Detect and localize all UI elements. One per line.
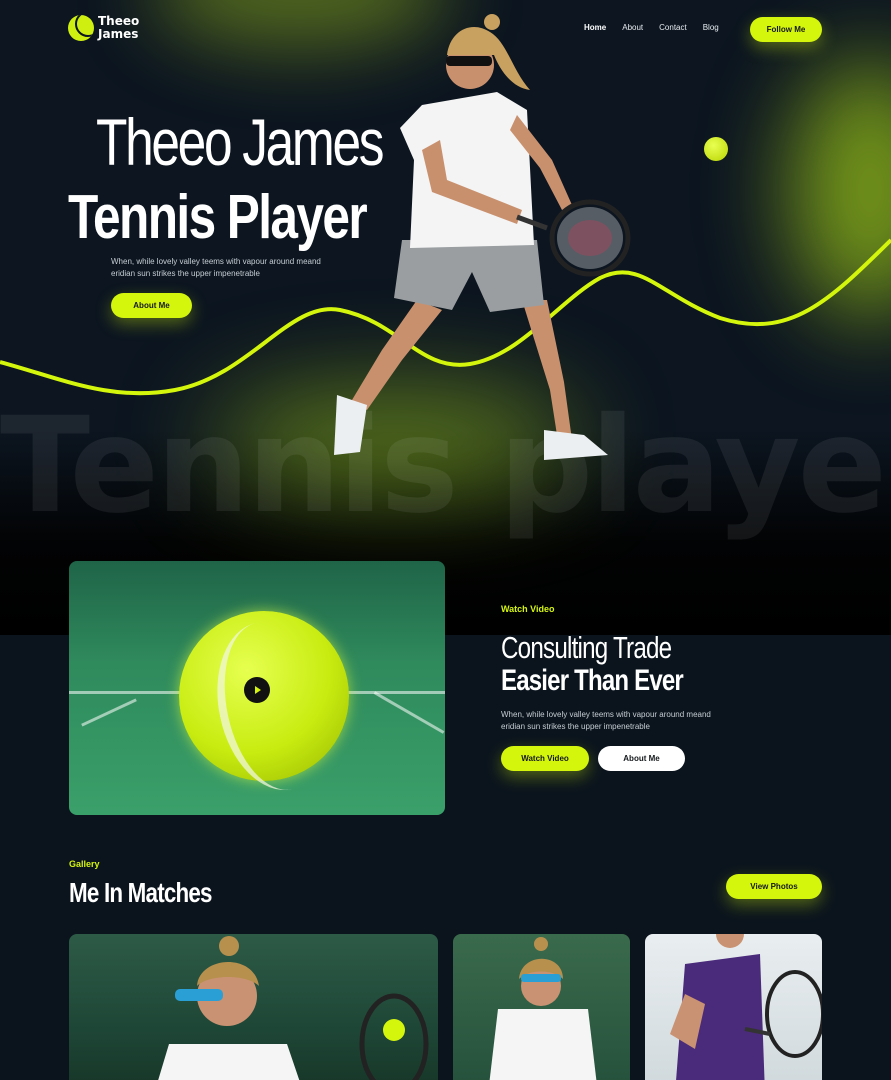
gallery-title: Me In Matches — [69, 877, 213, 908]
video-about-button[interactable]: About Me — [598, 746, 685, 771]
play-icon[interactable] — [244, 677, 270, 703]
nav-item-contact[interactable]: Contact — [659, 23, 687, 32]
hero-about-button[interactable]: About Me — [111, 293, 192, 318]
gallery-eyebrow: Gallery — [69, 859, 100, 869]
tennis-ball-icon — [68, 15, 94, 41]
watch-video-button[interactable]: Watch Video — [501, 746, 589, 771]
court-line — [373, 691, 445, 734]
follow-me-button[interactable]: Follow Me — [750, 17, 822, 42]
video-description: When, while lovely valley teems with vap… — [501, 710, 711, 731]
gallery-photo-3[interactable] — [645, 934, 822, 1080]
brand-line2: James — [98, 27, 139, 41]
player-portrait-2 — [489, 937, 597, 1080]
floating-tennis-ball — [704, 137, 728, 161]
hero-description: When, while lovely valley teems with vap… — [111, 257, 321, 278]
brand-logo[interactable]: Theeo James — [68, 15, 139, 41]
tennis-player-image — [334, 14, 631, 460]
nav-item-home[interactable]: Home — [584, 23, 606, 32]
nav-item-about[interactable]: About — [622, 23, 643, 32]
view-photos-button[interactable]: View Photos — [726, 874, 822, 899]
hero-name: Theeo James — [96, 105, 385, 179]
brand-name: Theeo James — [98, 15, 139, 41]
video-eyebrow: Watch Video — [501, 604, 555, 614]
video-title-line2: Easier Than Ever — [501, 664, 684, 697]
main-nav: Home About Contact Blog — [584, 23, 719, 32]
player-portrait-1 — [158, 936, 429, 1080]
court-line — [81, 698, 137, 727]
gallery-photo-1[interactable] — [69, 934, 438, 1080]
player-portrait-3 — [670, 934, 822, 1080]
hero-role: Tennis Player — [68, 183, 368, 252]
gallery-photo-2[interactable] — [453, 934, 630, 1080]
video-title-line1: Consulting Trade — [501, 630, 672, 665]
video-thumbnail[interactable] — [69, 561, 445, 815]
nav-item-blog[interactable]: Blog — [703, 23, 719, 32]
